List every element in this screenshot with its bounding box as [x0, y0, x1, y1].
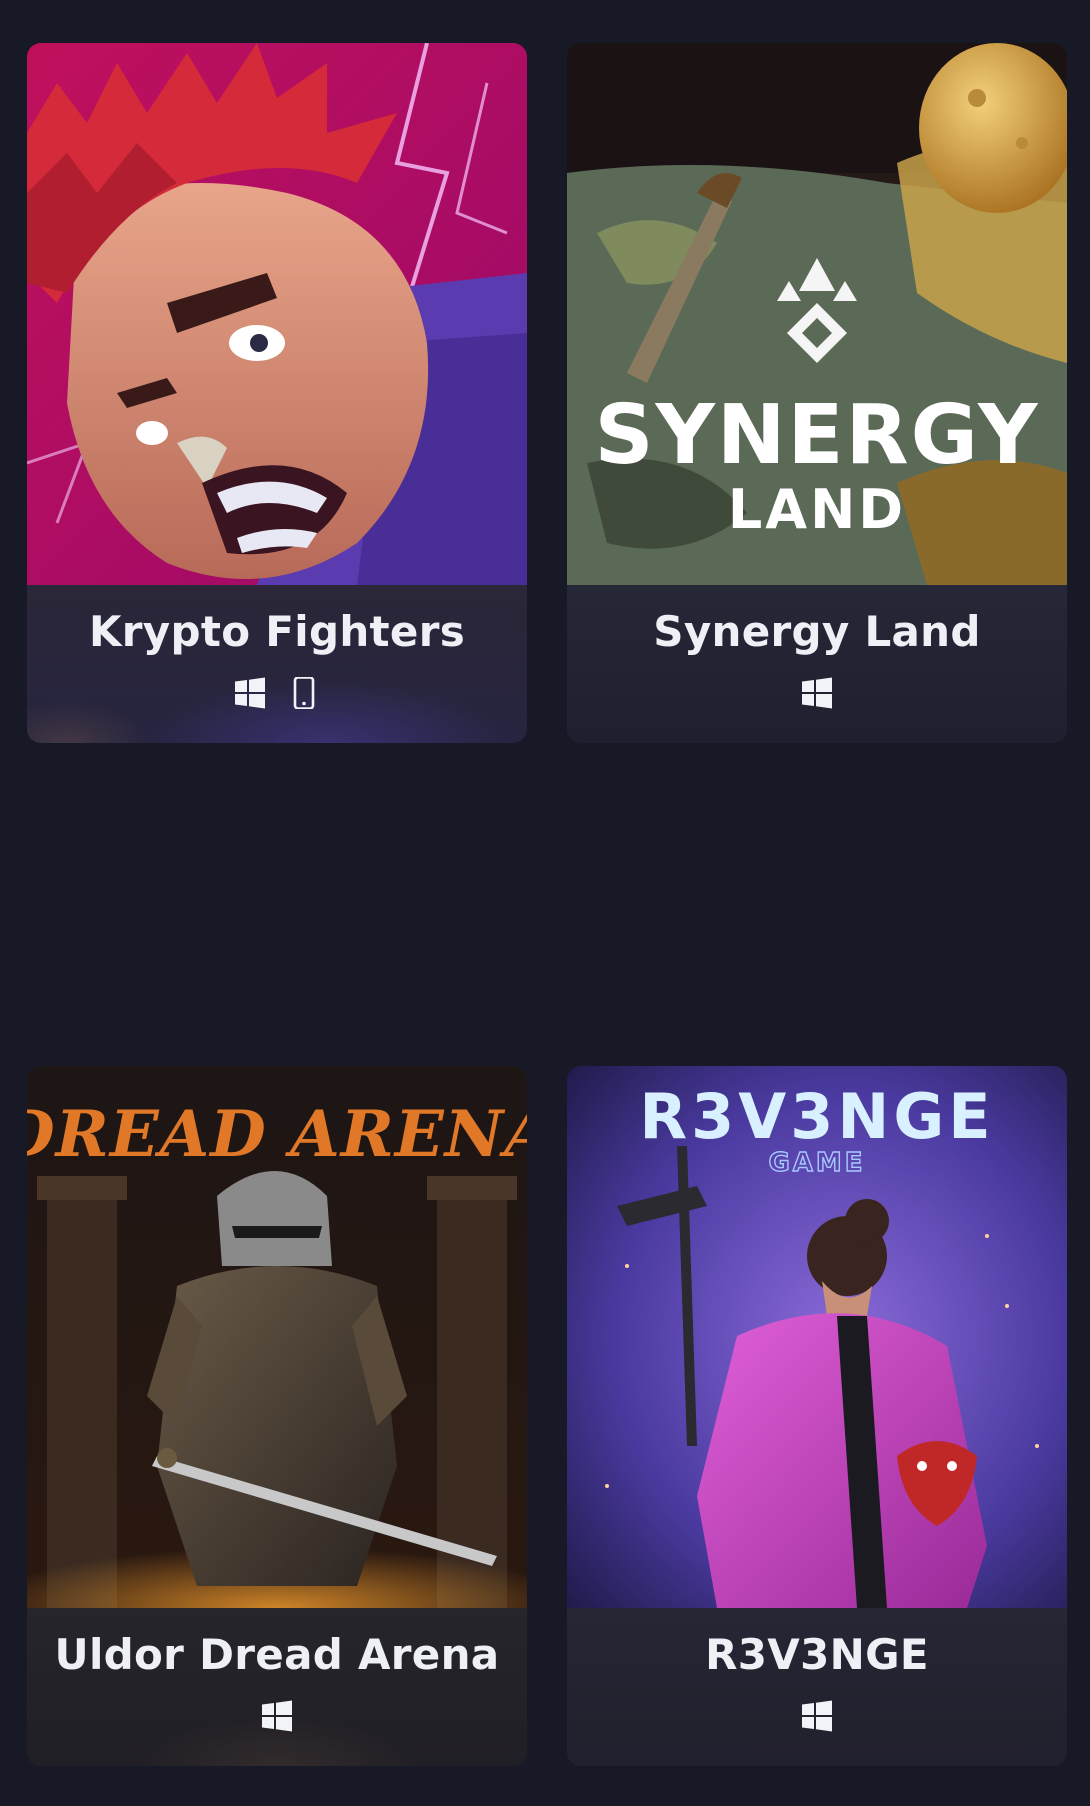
- synergy-logo-subtext: LAND: [728, 478, 906, 541]
- game-title: Krypto Fighters: [88, 607, 466, 656]
- dread-arena-artwork: DREAD ARENA: [27, 1066, 527, 1608]
- platform-list: [567, 1700, 1067, 1732]
- mobile-icon: [288, 677, 320, 709]
- krypto-fighters-artwork: [27, 43, 527, 585]
- r3v3nge-logo-subtext: GAME: [768, 1148, 865, 1178]
- windows-icon: [801, 677, 833, 709]
- game-card-r3v3nge[interactable]: R3V3NGE GAME R3V3NGE: [567, 1066, 1067, 1766]
- game-card-synergy-land[interactable]: SYNERGY LAND Synergy Land: [567, 43, 1067, 743]
- windows-icon: [261, 1700, 293, 1732]
- synergy-land-artwork: SYNERGY LAND: [567, 43, 1067, 585]
- synergy-logo-text: SYNERGY: [594, 388, 1039, 483]
- r3v3nge-logo-text: R3V3NGE: [639, 1080, 994, 1153]
- r3v3nge-artwork: R3V3NGE GAME: [567, 1066, 1067, 1608]
- game-card-uldor-dread-arena[interactable]: DREAD ARENA Uldor Dread Arena: [27, 1066, 527, 1766]
- game-card-krypto-fighters[interactable]: Krypto Fighters: [27, 43, 527, 743]
- platform-list: [27, 1700, 527, 1732]
- game-info-panel: Uldor Dread Arena: [27, 1608, 527, 1766]
- game-grid: Krypto Fighters SYNERGY LAND Synergy Lan…: [0, 0, 1090, 1806]
- game-info-panel: Krypto Fighters: [27, 585, 527, 743]
- game-title: R3V3NGE: [705, 1630, 929, 1679]
- windows-icon: [801, 1700, 833, 1732]
- platform-list: [567, 677, 1067, 709]
- game-info-panel: R3V3NGE: [567, 1608, 1067, 1766]
- platform-list: [27, 677, 527, 709]
- windows-icon: [234, 677, 266, 709]
- game-info-panel: Synergy Land: [567, 585, 1067, 743]
- dread-arena-logo-text: DREAD ARENA: [27, 1097, 527, 1172]
- game-title: Uldor Dread Arena: [54, 1630, 500, 1679]
- game-title: Synergy Land: [653, 607, 981, 656]
